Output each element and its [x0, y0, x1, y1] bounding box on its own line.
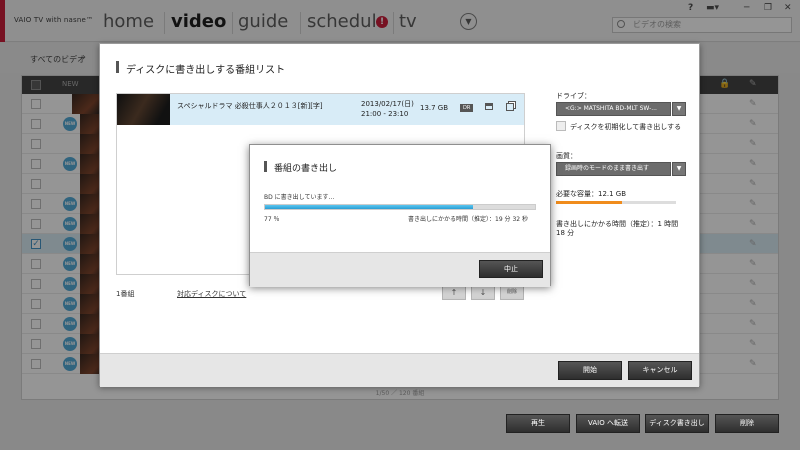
delete-button[interactable]: 削除	[715, 414, 779, 433]
program-thumbnail	[117, 94, 170, 125]
burn-dialog-title: 番組の書き出し	[274, 164, 338, 174]
dialog-footer: 開始 キャンセル	[100, 353, 699, 387]
capacity-bar	[556, 201, 676, 204]
capacity-bar-fill	[556, 201, 622, 204]
burn-percent: 77 ％	[264, 216, 280, 223]
vaio-transfer-button[interactable]: VAIO へ転送	[576, 414, 640, 433]
quality-label: 画質：	[556, 152, 577, 160]
disc-export-button[interactable]: ディスク書き出し	[645, 414, 709, 433]
program-date: 2013/02/17(日)	[361, 100, 414, 108]
quality-select[interactable]: 録画時のモードのまま書き出す	[556, 162, 671, 176]
recording-mode-badge: DR	[460, 104, 474, 112]
remove-button[interactable]: 削除	[500, 285, 524, 300]
drive-select[interactable]: <G:> MATSHITA BD-MLT SW-...	[556, 102, 671, 116]
program-time: 21:00 - 23:10	[361, 110, 409, 118]
init-disc-checkbox[interactable]	[556, 121, 566, 131]
dialog-title: ディスクに書き出しする番組リスト	[126, 65, 286, 76]
required-capacity: 必要な容量：12.1 GB	[556, 190, 627, 198]
stop-button[interactable]: 中止	[479, 260, 543, 278]
burn-status-text: BD に書き出しています…	[264, 194, 335, 201]
init-disc-label: ディスクを初期化して書き出しする	[570, 123, 682, 131]
burn-progress-bar	[264, 204, 536, 210]
cancel-button[interactable]: キャンセル	[628, 361, 692, 380]
play-button[interactable]: 再生	[506, 414, 570, 433]
copy-icon	[506, 103, 514, 111]
program-row[interactable]: スペシャルドラマ 必殺仕事人２０１３[新][字] 2013/02/17(日) 2…	[117, 94, 524, 125]
program-title: スペシャルドラマ 必殺仕事人２０１３[新][字]	[177, 102, 323, 110]
title-accent	[264, 161, 267, 172]
start-button[interactable]: 開始	[558, 361, 622, 380]
program-count: 1番組	[116, 290, 135, 298]
move-up-button[interactable]: ↑	[442, 285, 466, 300]
estimated-time: 書き出しにかかる時間（推定）：1 時間 18 分	[556, 220, 679, 237]
compatible-disc-link[interactable]: 対応ディスクについて	[177, 289, 246, 299]
burn-progress-dialog: 番組の書き出し BD に書き出しています… 77 ％ 書き出しにかかる時間（推定…	[249, 144, 551, 287]
chevron-down-icon[interactable]: ▼	[672, 162, 686, 176]
burn-dialog-footer: 中止	[250, 252, 550, 287]
chevron-down-icon[interactable]: ▼	[672, 102, 686, 116]
program-datetime: 2013/02/17(日) 21:00 - 23:10	[361, 99, 414, 119]
move-down-button[interactable]: ↓	[471, 285, 495, 300]
program-size: 13.7 GB	[420, 104, 449, 112]
drive-label: ドライブ：	[556, 92, 591, 100]
burn-progress-fill	[265, 205, 473, 209]
burn-remaining-time: 書き出しにかかる時間（推定）：19 分 32 秒	[408, 216, 528, 223]
title-accent	[116, 61, 119, 73]
disc-drive-icon	[485, 103, 493, 110]
